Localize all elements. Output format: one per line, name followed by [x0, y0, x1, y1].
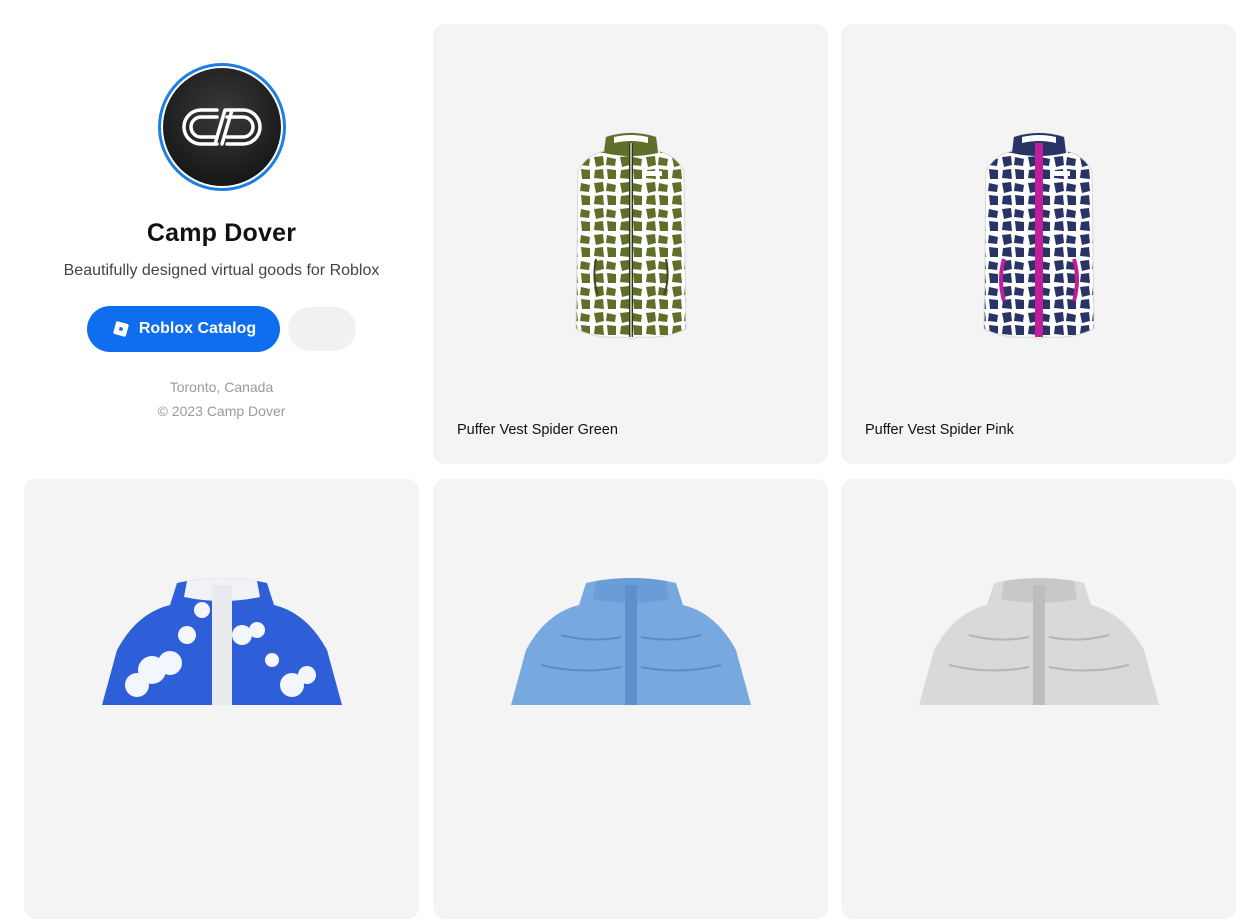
product-title: Puffer Vest Spider Green [457, 422, 618, 438]
avatar[interactable] [157, 63, 286, 191]
roblox-catalog-label: Roblox Catalog [138, 320, 257, 337]
brand-name: Camp Dover [146, 219, 297, 247]
more-button[interactable] [288, 307, 357, 351]
light-blue-puffer-jacket-icon [511, 578, 751, 705]
profile-actions: Roblox Catalog [86, 306, 357, 352]
product-card[interactable] [433, 479, 828, 919]
product-card[interactable] [24, 479, 419, 919]
silver-puffer-jacket-icon [919, 578, 1159, 705]
camp-dover-logo-icon [181, 108, 262, 146]
roblox-catalog-button[interactable]: Roblox Catalog [86, 306, 281, 352]
brand-tagline: Beautifully designed virtual goods for R… [63, 262, 380, 279]
roblox-icon [113, 321, 129, 337]
brand-profile: Camp Dover Beautifully designed virtual … [24, 24, 419, 464]
product-card[interactable]: Puffer Vest Spider Green [433, 24, 828, 464]
cloud-print-puffer-jacket-icon [102, 578, 342, 705]
brand-logo [162, 68, 281, 186]
copyright-text: © 2023 Camp Dover [157, 403, 286, 419]
navy-pink-puffer-vest-icon [983, 132, 1095, 340]
green-puffer-vest-icon [575, 132, 687, 340]
location-text: Toronto, Canada [169, 379, 274, 395]
product-card[interactable] [841, 479, 1236, 919]
product-card[interactable]: Puffer Vest Spider Pink [841, 24, 1236, 464]
product-title: Puffer Vest Spider Pink [865, 422, 1014, 438]
